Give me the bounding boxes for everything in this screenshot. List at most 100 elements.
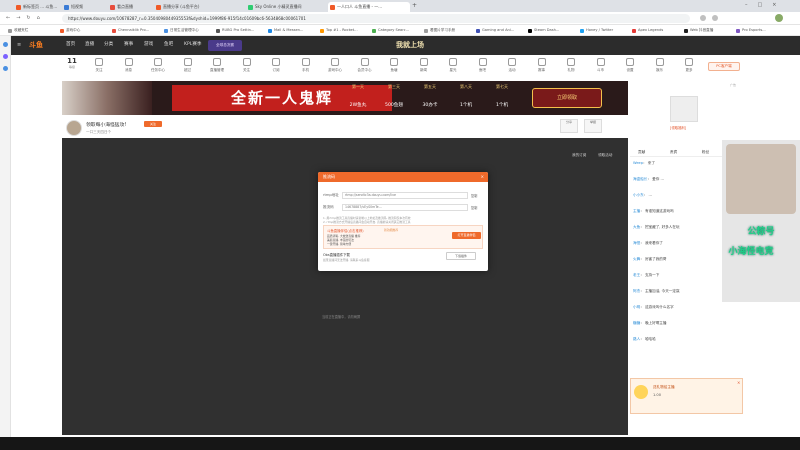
douyu-logo[interactable]: 斗鱼 xyxy=(29,39,59,52)
nav-promo-badge[interactable]: 全球总决赛 xyxy=(208,40,242,51)
feature-glyph-icon xyxy=(272,58,280,66)
nav-kpl[interactable]: KPL赛季 xyxy=(184,41,202,49)
feature-glyph-icon xyxy=(95,58,103,66)
modal-close-icon[interactable]: × xyxy=(481,172,484,182)
menu-icon[interactable]: ≡ xyxy=(17,42,21,48)
open-companion-button[interactable]: 打开直播伴侣 xyxy=(452,232,481,239)
window-controls-icon[interactable]: –□× xyxy=(745,2,786,8)
nav-category[interactable]: 分类 xyxy=(104,41,113,49)
bookmark-item[interactable]: Web 抖音直播 xyxy=(684,27,713,34)
feature-icon-item[interactable]: 星光 xyxy=(442,58,464,73)
room-action-share[interactable]: 分享 xyxy=(560,119,578,133)
copy-rtmp-button[interactable]: 复制 xyxy=(471,193,477,198)
stream-key-field[interactable]: 14678887/vEyS0mTe... xyxy=(342,204,468,211)
feature-icon-item[interactable]: 手机 xyxy=(295,58,317,73)
nav-home[interactable]: 首页 xyxy=(66,41,75,49)
url-input[interactable]: https://www.douyu.com/10678287_r=0.35040… xyxy=(62,14,690,23)
nav-games[interactable]: 游戏 xyxy=(144,41,153,49)
banner-claim-button[interactable]: 立即领取 xyxy=(532,88,602,108)
gift-icon xyxy=(634,385,648,399)
bookmark-item[interactable]: Chennaiklik Pro... xyxy=(112,27,149,34)
feature-icon-item[interactable]: 直播管理 xyxy=(206,58,228,73)
chat-username[interactable]: Weep xyxy=(633,161,643,165)
feature-icon-item[interactable]: 设置 xyxy=(619,58,641,73)
feature-icon-item[interactable]: 更多 xyxy=(678,58,700,73)
banner-reward-label: 2W鱼丸 xyxy=(349,103,367,108)
feature-icon-item[interactable]: 斗币 xyxy=(590,58,612,73)
profile-avatar[interactable] xyxy=(775,14,783,22)
feature-icon-item[interactable]: 新闻 xyxy=(413,58,435,73)
browser-tab-1[interactable]: 新标签页 ... 斗鱼... xyxy=(14,2,58,12)
nav-game-banner[interactable]: 我就上场 xyxy=(381,37,439,54)
feature-icon-item[interactable]: 娱乐 xyxy=(649,58,671,73)
bookmark-item[interactable]: Pro Esports... xyxy=(736,27,766,34)
feature-icon-item[interactable]: 超过 xyxy=(177,58,199,73)
download-plugin-button[interactable]: 下载插件 xyxy=(446,252,476,260)
feature-glyph-icon xyxy=(331,58,339,66)
room-action-report[interactable]: 举报 xyxy=(584,119,602,133)
obs-plugin-text: Obs直播插件下载 xyxy=(323,253,350,257)
browser-tab-active[interactable]: 一人口人 斗鱼直播 - 一... xyxy=(328,2,410,12)
bookmark-item[interactable]: 日常生活管理中心 xyxy=(164,27,199,34)
right-ad-thumb[interactable] xyxy=(670,96,698,122)
sidebar-app-icon[interactable] xyxy=(3,42,8,47)
nav-events[interactable]: 赛事 xyxy=(124,41,133,49)
chat-username[interactable]: 小小东 xyxy=(633,193,644,197)
bookmark-item[interactable]: 看图片学习手册 xyxy=(424,27,455,34)
address-bar-row: ←→↻⌂ https://www.douyu.com/10678287_r=0.… xyxy=(0,12,800,25)
tab-vip[interactable]: 贵宾 xyxy=(670,150,677,155)
copy-key-button[interactable]: 复制 xyxy=(471,205,477,210)
bookmark-item[interactable]: 游戏中心 xyxy=(60,27,80,34)
event-banner[interactable]: 全新一人鬼辉 第一天 2W鱼丸 第三天 500鱼翅 第五天 30办卡 第八天 1个机 第七天 1个… xyxy=(62,81,628,115)
streamer-avatar[interactable] xyxy=(66,120,82,136)
pc-download-button[interactable]: PC客户端 xyxy=(708,62,740,71)
bookmark-item[interactable]: Honey / Twitter xyxy=(580,27,613,34)
stream-action-event[interactable]: 领取活动 xyxy=(598,153,612,158)
bookmark-item[interactable]: Steam Dash... xyxy=(528,27,559,34)
rtmp-address-field[interactable]: rtmp://sendtc3a.douyu.com/live xyxy=(342,192,468,199)
browser-tab-4[interactable]: 直播分享 (斗鱼平台) xyxy=(154,2,224,12)
feature-icon-item[interactable]: 礼物 xyxy=(560,58,582,73)
bookmark-item[interactable]: Category Searc... xyxy=(372,27,409,34)
nav-live[interactable]: 直播 xyxy=(85,41,94,49)
promo-badge: 新功能推荐 xyxy=(384,228,398,232)
nav-arrows-icon[interactable]: ←→↻⌂ xyxy=(6,15,46,21)
browser-tab-3[interactable]: 看点直播 xyxy=(108,2,148,12)
feature-icon-item[interactable]: 任务中心 xyxy=(147,58,169,73)
chat-text: 厉害了我的哥 xyxy=(644,257,667,261)
new-tab-plus-icon[interactable]: + xyxy=(412,2,417,9)
feature-label: 娱乐 xyxy=(656,68,663,72)
nav-fishbar[interactable]: 鱼吧 xyxy=(164,41,173,49)
site-nav-bar: ≡ 斗鱼 首页 直播 分类 赛事 游戏 鱼吧 KPL赛季 全球总决赛 我就上场 xyxy=(11,36,800,55)
bookmark-item[interactable]: Gaming and Ani... xyxy=(476,27,514,34)
bookmark-item[interactable]: Apex Legends xyxy=(632,27,663,34)
feature-icon-item[interactable]: 赛事 xyxy=(531,58,553,73)
feature-icon-item[interactable]: 活动 xyxy=(501,58,523,73)
gift-close-icon[interactable]: × xyxy=(737,380,740,385)
extension-icon[interactable] xyxy=(712,15,718,21)
stream-action-subscribe[interactable]: 我的订阅 xyxy=(572,153,586,158)
feature-icon-item[interactable]: 关注 xyxy=(88,58,110,73)
feature-icon-item[interactable]: 鱼塘 xyxy=(383,58,405,73)
user-level-widget[interactable]: 11 等级 xyxy=(62,57,82,79)
browser-tab-5[interactable]: Sky Online 小精灵直播间 xyxy=(246,2,316,12)
feature-icon-item[interactable]: 消息 xyxy=(118,58,140,73)
bookmark-item[interactable]: 收藏夹栏 xyxy=(8,27,28,34)
gift-value: 1.00 xyxy=(653,393,662,397)
browser-tab-2[interactable]: 短视频 xyxy=(62,2,102,12)
tab-fans[interactable]: 粉丝 xyxy=(702,150,709,155)
chat-username[interactable]: 海盗船长 xyxy=(633,177,647,181)
feature-icon-item[interactable]: 会员中心 xyxy=(354,58,376,73)
bookmark-item[interactable]: Mail & Messen... xyxy=(268,27,303,34)
follow-button[interactable]: 关注 xyxy=(144,121,162,127)
feature-icon-item[interactable]: 鱼吧 xyxy=(472,58,494,73)
feature-icon-item[interactable]: 游戏中心 xyxy=(324,58,346,73)
sidebar-app-icon[interactable] xyxy=(3,66,8,71)
tab-contribution[interactable]: 贡献 xyxy=(638,150,645,155)
bookmark-item[interactable]: Top #1 - Rocket... xyxy=(320,27,358,34)
extension-icon[interactable] xyxy=(700,15,706,21)
feature-icon-item[interactable]: 订阅 xyxy=(265,58,287,73)
sidebar-app-icon[interactable] xyxy=(3,54,8,59)
bookmark-item[interactable]: RUBG Pro Settin... xyxy=(216,27,254,34)
feature-icon-item[interactable]: 关注 xyxy=(236,58,258,73)
